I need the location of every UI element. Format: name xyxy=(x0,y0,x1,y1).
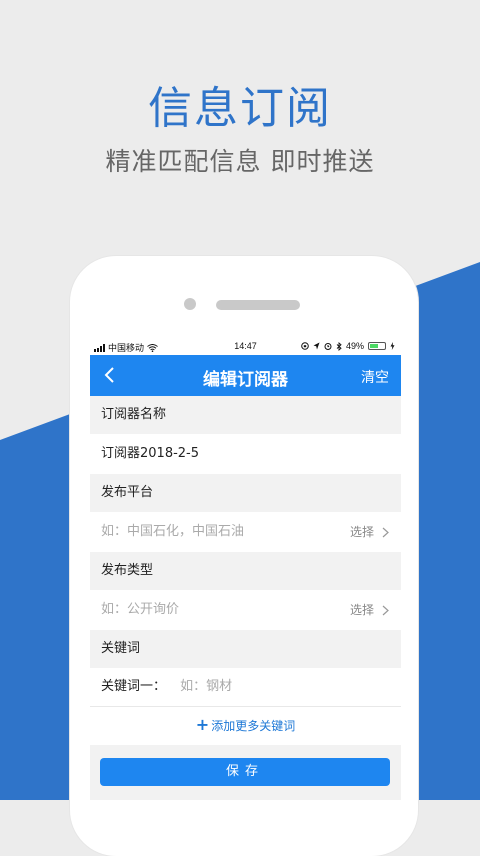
type-placeholder: 如：公开询价 xyxy=(101,602,180,617)
nav-bar: 编辑订阅器 清空 xyxy=(90,355,401,396)
charging-icon xyxy=(390,342,395,350)
subscriber-name-field[interactable]: 订阅器2018-2-5 xyxy=(90,434,401,474)
lock-rotation-icon xyxy=(301,342,309,350)
plus-icon: + xyxy=(195,715,210,734)
keyword1-label: 关键词一： xyxy=(101,679,167,694)
platform-field[interactable]: 如：中国石化，中国石油 选择 xyxy=(90,512,401,552)
save-button[interactable]: 保存 xyxy=(100,758,390,786)
type-choose-label: 选择 xyxy=(349,603,374,617)
platform-placeholder: 如：中国石化，中国石油 xyxy=(101,524,245,539)
phone-camera xyxy=(184,298,196,310)
chevron-right-icon xyxy=(382,605,389,615)
clear-button[interactable]: 清空 xyxy=(361,367,389,387)
type-label: 发布类型 xyxy=(90,552,401,590)
chevron-right-icon xyxy=(382,527,389,537)
add-more-keywords-button[interactable]: + 添加更多关键词 xyxy=(90,706,401,745)
status-bar: 中国移动 14:47 49% xyxy=(90,338,401,355)
subscriber-name-label: 订阅器名称 xyxy=(90,396,401,434)
location-icon xyxy=(313,342,320,350)
battery-icon xyxy=(368,342,386,350)
battery-percent: 49% xyxy=(345,341,364,351)
app-screen: 中国移动 14:47 49% 编辑订阅器 清空 订阅器名称 订阅器2018-2-… xyxy=(90,338,401,800)
type-choose-button[interactable]: 选择 xyxy=(350,590,389,630)
platform-choose-label: 选择 xyxy=(349,525,374,539)
phone-speaker xyxy=(216,300,300,310)
promo-title: 信息订阅 xyxy=(148,83,332,134)
platform-label: 发布平台 xyxy=(90,474,401,512)
keyword-section-label: 关键词 xyxy=(90,630,401,668)
keyword1-row: 关键词一： 如：钢材 xyxy=(90,668,401,706)
add-more-keywords-label: 添加更多关键词 xyxy=(211,719,296,733)
type-field[interactable]: 如：公开询价 选择 xyxy=(90,590,401,630)
bluetooth-icon xyxy=(336,341,342,351)
keyword1-input[interactable]: 如：钢材 xyxy=(180,679,232,694)
promo-subtitle: 精准匹配信息 即时推送 xyxy=(105,147,375,176)
platform-choose-button[interactable]: 选择 xyxy=(350,512,389,552)
alarm-icon xyxy=(324,343,332,350)
page-title: 编辑订阅器 xyxy=(203,370,288,390)
